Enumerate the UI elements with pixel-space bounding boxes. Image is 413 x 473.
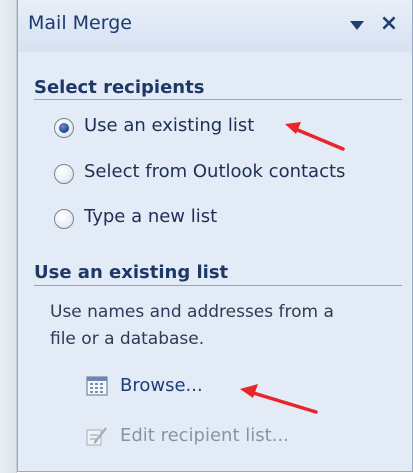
triangle-down-icon[interactable]: [350, 21, 364, 30]
description-text: Use names and addresses from a file or a…: [50, 299, 400, 353]
radio-button[interactable]: [54, 164, 74, 184]
close-button[interactable]: ×: [377, 10, 401, 38]
radio-selected-dot: [59, 123, 69, 133]
browse-label[interactable]: Browse...: [120, 375, 203, 396]
section-heading-use-existing-list: Use an existing list: [34, 262, 229, 283]
section-heading-select-recipients: Select recipients: [34, 77, 205, 98]
radio-button[interactable]: [54, 209, 74, 229]
annotation-arrow-icon: [285, 122, 345, 151]
edit-recipient-list-label: Edit recipient list...: [120, 425, 289, 446]
description-line: Use names and addresses from a: [50, 302, 334, 322]
address-book-icon: [86, 376, 108, 396]
radio-label: Type a new list: [84, 206, 218, 227]
pane-content: Select recipients Use an existing list S…: [18, 52, 412, 471]
description-line: file or a database.: [50, 329, 205, 349]
pane-title-bar: Mail Merge ×: [18, 0, 412, 52]
section-divider: [34, 99, 402, 100]
pane-title: Mail Merge: [28, 12, 132, 34]
radio-label: Use an existing list: [84, 115, 255, 136]
mail-merge-task-pane: Mail Merge × Select recipients Use an ex…: [17, 0, 413, 472]
section-divider: [34, 285, 402, 286]
document-edge: [0, 0, 17, 473]
radio-button-selected[interactable]: [54, 118, 74, 138]
annotation-arrow-icon: [240, 384, 318, 414]
radio-label: Select from Outlook contacts: [84, 161, 346, 182]
edit-list-icon: [86, 427, 107, 446]
